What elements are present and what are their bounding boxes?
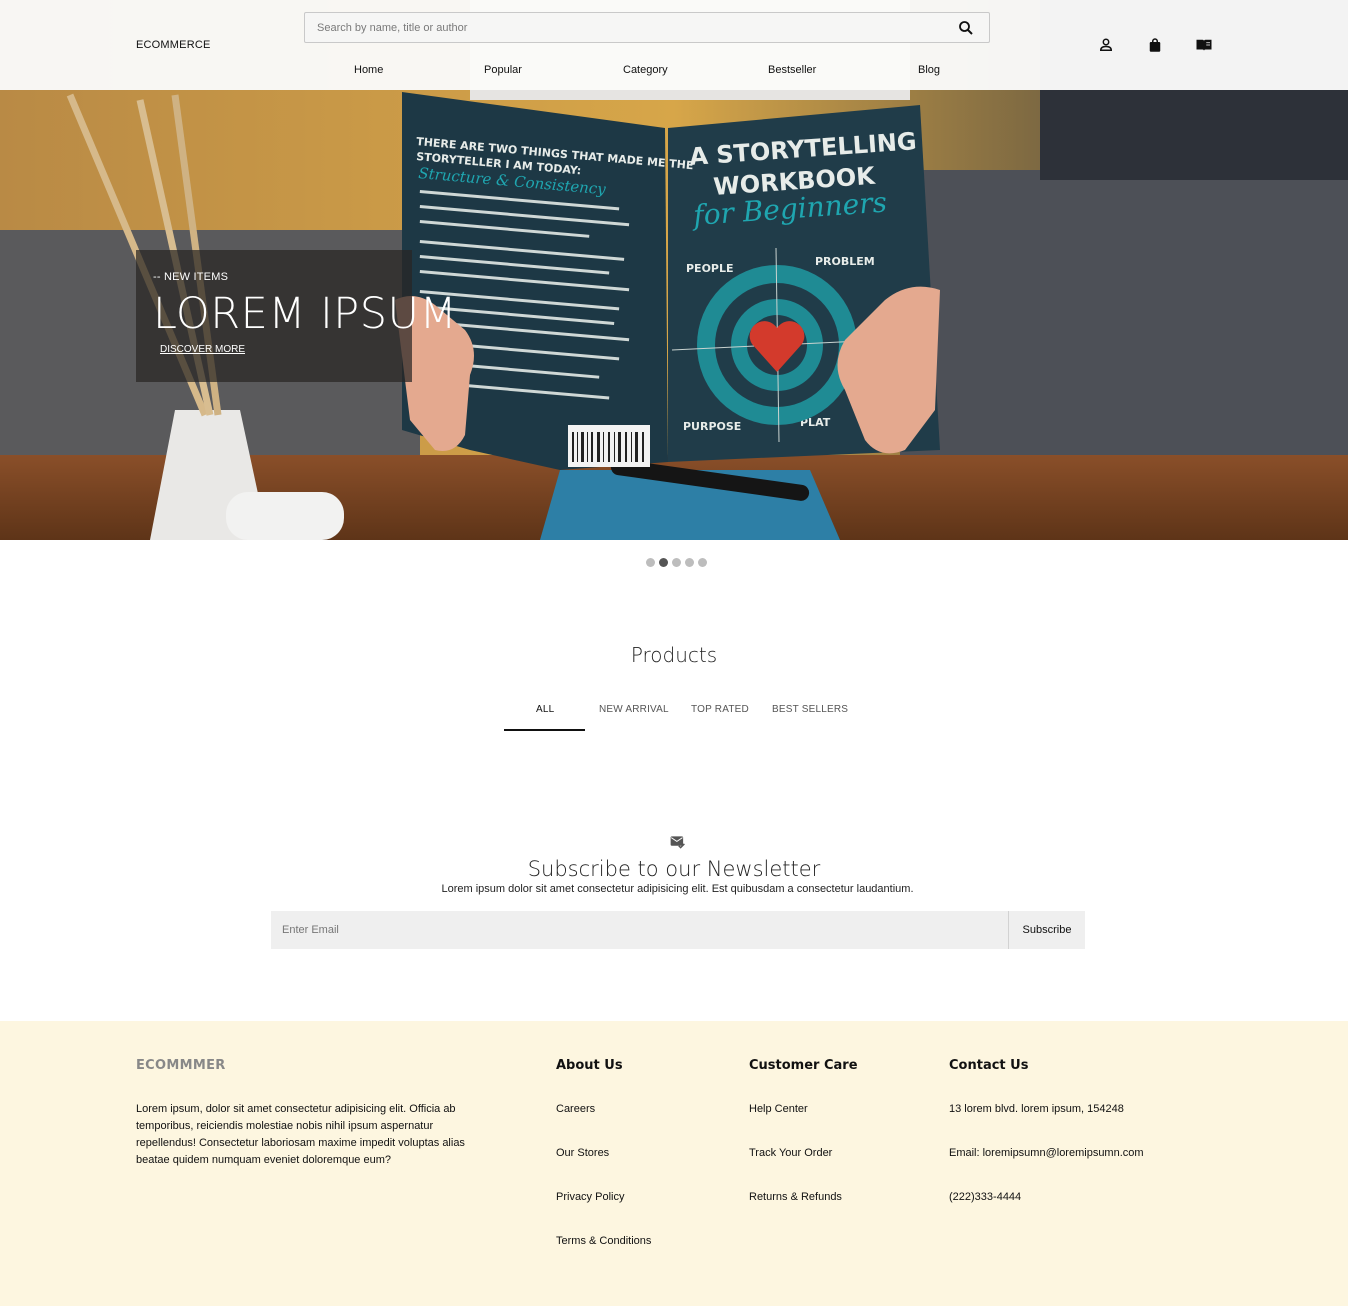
hero-title: LOREM IPSUM	[153, 289, 458, 339]
footer-brand: ECOMMMER	[136, 1058, 226, 1073]
search-icon[interactable]	[957, 19, 975, 37]
contact-phone: (222)333-4444	[949, 1191, 1022, 1203]
nav-category[interactable]: Category	[623, 64, 668, 76]
nav-popular[interactable]: Popular	[484, 64, 522, 76]
subscribe-button[interactable]: Subscribe	[1008, 911, 1085, 949]
hero-subtitle: -- NEW ITEMS	[153, 271, 229, 283]
footer-link-help-center[interactable]: Help Center	[749, 1103, 808, 1115]
newsletter-title: Subscribe to our Newsletter	[527, 857, 821, 881]
nav-bestseller[interactable]: Bestseller	[768, 64, 816, 76]
footer-link-careers[interactable]: Careers	[556, 1103, 595, 1115]
site-logo[interactable]: ECOMMERCE	[136, 39, 211, 51]
contact-email: Email: loremipsumn@loremipsumn.com	[949, 1147, 1144, 1159]
tab-all[interactable]: ALL	[536, 704, 554, 715]
email-input[interactable]	[271, 911, 1008, 949]
svg-text:PURPOSE: PURPOSE	[683, 420, 741, 433]
footer-link-track-order[interactable]: Track Your Order	[749, 1147, 832, 1159]
products-title: Products	[630, 643, 718, 667]
footer-link-privacy-policy[interactable]: Privacy Policy	[556, 1191, 624, 1203]
footer-link-returns[interactable]: Returns & Refunds	[749, 1191, 842, 1203]
svg-text:PROBLEM: PROBLEM	[815, 255, 875, 268]
newsletter-text: Lorem ipsum dolor sit amet consectetur a…	[441, 883, 914, 895]
contact-address: 13 lorem blvd. lorem ipsum, 154248	[949, 1103, 1124, 1115]
search-bar	[304, 12, 990, 43]
tab-new-arrival[interactable]: NEW ARRIVAL	[599, 704, 669, 715]
discover-more-link[interactable]: DISCOVER MORE	[160, 344, 245, 355]
nav-blog[interactable]: Blog	[918, 64, 940, 76]
footer-link-our-stores[interactable]: Our Stores	[556, 1147, 609, 1159]
shopping-bag-icon[interactable]	[1146, 36, 1164, 54]
footer-contact-title: Contact Us	[949, 1058, 1029, 1073]
carousel-dot-active[interactable]	[659, 558, 668, 567]
mail-check-icon	[670, 836, 685, 849]
carousel-dot[interactable]	[672, 558, 681, 567]
site-header: ECOMMERCE Home Popular Category Bestsell…	[0, 0, 1348, 90]
carousel-dot[interactable]	[698, 558, 707, 567]
carousel-dot[interactable]	[685, 558, 694, 567]
tab-best-sellers[interactable]: BEST SELLERS	[772, 704, 848, 715]
newsletter-form: Subscribe	[271, 911, 1085, 949]
carousel-indicators	[646, 558, 707, 567]
user-icon[interactable]	[1097, 36, 1115, 54]
search-input[interactable]	[305, 13, 945, 42]
footer-link-terms[interactable]: Terms & Conditions	[556, 1235, 651, 1247]
book-icon[interactable]	[1195, 36, 1213, 54]
carousel-dot[interactable]	[646, 558, 655, 567]
active-tab-indicator	[504, 729, 585, 731]
nav-home[interactable]: Home	[354, 64, 383, 76]
footer-description: Lorem ipsum, dolor sit amet consectetur …	[136, 1103, 465, 1166]
svg-text:PEOPLE: PEOPLE	[686, 262, 734, 275]
footer-care-title: Customer Care	[749, 1058, 858, 1073]
tab-top-rated[interactable]: TOP RATED	[691, 704, 749, 715]
footer-about-title: About Us	[556, 1058, 623, 1073]
